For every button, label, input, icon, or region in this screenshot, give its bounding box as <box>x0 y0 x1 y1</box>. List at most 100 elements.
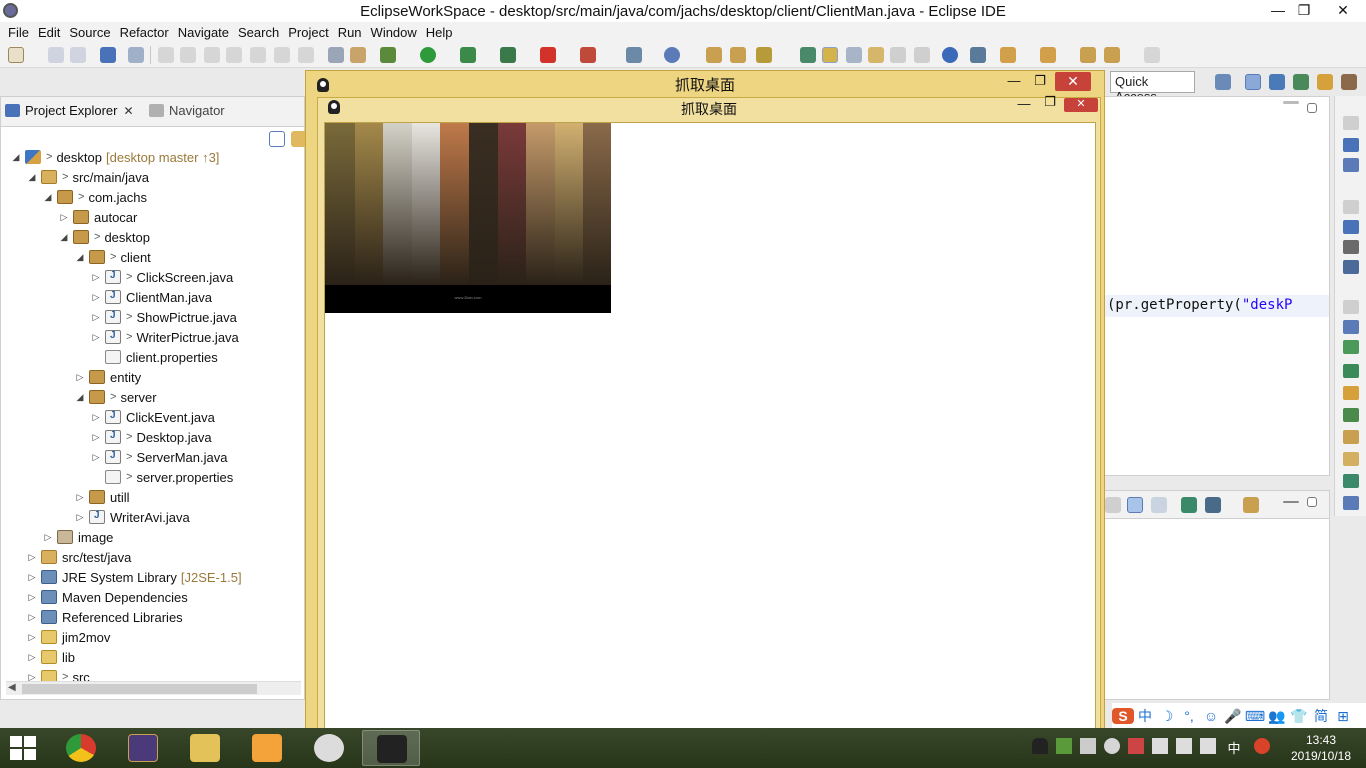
use-step-filters-icon[interactable] <box>328 47 344 63</box>
inner-minimize-button[interactable]: — <box>1012 96 1036 111</box>
tree-item[interactable]: ▷ JRE System Library [J2SE-1.5] <box>27 567 242 587</box>
problems-icon[interactable] <box>1343 430 1359 444</box>
tree-item[interactable]: ▷ lib <box>27 647 75 667</box>
step-over-icon[interactable] <box>274 47 290 63</box>
menu-file[interactable]: File <box>4 25 34 40</box>
minimize-view-icon[interactable] <box>1283 101 1299 104</box>
search-icon[interactable] <box>756 47 772 63</box>
paragraph-icon[interactable] <box>914 47 930 63</box>
next-annotation-icon[interactable] <box>1000 47 1016 63</box>
scroll-lock-icon[interactable] <box>1127 497 1143 513</box>
help-icon[interactable] <box>1343 138 1359 152</box>
progress-icon[interactable] <box>1343 474 1359 488</box>
tree-item[interactable]: ▷ entity <box>75 367 142 387</box>
ime-emoji-icon[interactable]: ☺ <box>1200 708 1222 724</box>
menu-edit[interactable]: Edit <box>34 25 65 40</box>
junit-icon[interactable] <box>1343 408 1359 422</box>
battery-tray-icon[interactable] <box>1200 738 1216 754</box>
expanded-arrow-icon[interactable]: ◢ <box>27 172 37 183</box>
taskbar-pdf[interactable] <box>238 730 296 766</box>
ime-voice-icon[interactable]: 🎤 <box>1222 708 1244 725</box>
collapse-all-icon[interactable] <box>269 131 285 147</box>
ime-moon-icon[interactable]: ☽ <box>1156 708 1178 725</box>
horizontal-scrollbar[interactable]: ◀ <box>6 681 301 695</box>
tree-item[interactable]: ▷ >WriterPictrue.java <box>91 327 239 347</box>
menu-navigate[interactable]: Navigate <box>174 25 234 40</box>
open-console-icon[interactable] <box>1243 497 1259 513</box>
properties-icon[interactable] <box>1343 320 1359 334</box>
type-hierarchy-icon[interactable] <box>1343 220 1359 234</box>
tree-item[interactable]: ◢ > com.jachs <box>43 187 147 207</box>
suspend-icon[interactable] <box>180 47 196 63</box>
deploy-icon[interactable] <box>580 47 596 63</box>
open-resource-icon[interactable] <box>730 47 746 63</box>
disconnect-icon[interactable] <box>226 47 242 63</box>
expanded-arrow-icon[interactable]: ◢ <box>75 252 85 263</box>
expanded-arrow-icon[interactable]: ◢ <box>59 232 69 243</box>
outer-maximize-button[interactable]: ❐ <box>1028 73 1052 89</box>
nvidia-tray-icon[interactable] <box>1056 738 1072 754</box>
search-view-icon[interactable] <box>1343 452 1359 466</box>
restore2-icon[interactable] <box>1343 200 1359 214</box>
tree-item[interactable]: ▷ Referenced Libraries <box>27 607 183 627</box>
step-into-icon[interactable] <box>250 47 266 63</box>
outer-minimize-button[interactable]: — <box>1002 73 1026 88</box>
snippets-icon[interactable] <box>1343 386 1359 400</box>
word-wrap-console-icon[interactable] <box>1151 497 1167 513</box>
debug-perspective-icon[interactable] <box>1293 74 1309 90</box>
debug-icon[interactable] <box>380 47 396 63</box>
menu-search[interactable]: Search <box>234 25 284 40</box>
collapsed-arrow-icon[interactable]: ▷ <box>59 212 69 223</box>
console-icon[interactable] <box>1343 260 1359 274</box>
tree-item[interactable]: ▷ >ServerMan.java <box>91 447 228 467</box>
tab-project-explorer[interactable]: Project Explorer ✕ <box>5 103 134 118</box>
collapsed-arrow-icon[interactable]: ▷ <box>27 592 37 603</box>
ime-punctuation-icon[interactable]: °, <box>1178 708 1200 724</box>
scroll-left-icon[interactable]: ◀ <box>8 682 16 693</box>
ime-keyboard-icon[interactable]: ⌨ <box>1244 708 1266 725</box>
expanded-arrow-icon[interactable]: ◢ <box>11 152 21 163</box>
resume-icon[interactable] <box>158 47 174 63</box>
forward-icon[interactable] <box>1144 47 1160 63</box>
highlight-icon[interactable] <box>822 47 838 63</box>
tree-item[interactable]: ▷ >ClickScreen.java <box>91 267 234 287</box>
collapsed-arrow-icon[interactable]: ▷ <box>75 492 85 503</box>
collapsed-arrow-icon[interactable]: ▷ <box>43 532 53 543</box>
close-button[interactable]: ✕ <box>1328 0 1358 22</box>
ime-toolbox-icon[interactable]: ⊞ <box>1332 708 1354 725</box>
maximize-console-icon[interactable] <box>1307 497 1317 507</box>
save-icon[interactable] <box>48 47 64 63</box>
collapsed-arrow-icon[interactable]: ▷ <box>91 272 101 283</box>
quick-access-input[interactable]: Quick Access <box>1110 71 1195 104</box>
taskbar-capture-app[interactable] <box>362 730 420 766</box>
last-edit-icon[interactable] <box>1080 47 1096 63</box>
menu-run[interactable]: Run <box>334 25 367 40</box>
tree-item[interactable]: ▷ >ShowPictrue.java <box>91 307 237 327</box>
collapsed-arrow-icon[interactable]: ▷ <box>91 292 101 303</box>
java-perspective-icon[interactable] <box>1269 74 1285 90</box>
ime-skin-icon[interactable]: 👕 <box>1288 708 1310 725</box>
ime-mode-tray-icon[interactable]: 中 <box>1226 738 1242 756</box>
collapsed-arrow-icon[interactable]: ▷ <box>27 652 37 663</box>
new-java-project-icon[interactable] <box>626 47 642 63</box>
ime-chinese-mode[interactable]: 中 <box>1134 706 1156 726</box>
menu-source[interactable]: Source <box>65 25 115 40</box>
tree-item[interactable]: ▷ >Desktop.java <box>91 427 212 447</box>
tree-item[interactable]: ▷ jim2mov <box>27 627 111 647</box>
menu-help[interactable]: Help <box>422 25 458 40</box>
new-icon[interactable] <box>8 47 24 63</box>
git-perspective-icon[interactable] <box>1341 74 1357 90</box>
close-icon[interactable]: ✕ <box>123 104 133 118</box>
collapsed-arrow-icon[interactable]: ▷ <box>27 572 37 583</box>
outline-icon[interactable] <box>1343 158 1359 172</box>
expanded-arrow-icon[interactable]: ◢ <box>43 192 53 203</box>
tree-item[interactable]: ◢ > desktop <box>59 227 150 247</box>
menu-window[interactable]: Window <box>367 25 422 40</box>
taskbar-chrome[interactable] <box>52 730 110 766</box>
collapsed-arrow-icon[interactable]: ▷ <box>27 612 37 623</box>
start-button[interactable] <box>10 736 36 760</box>
tree-item[interactable]: ▷ image <box>43 527 114 547</box>
collapsed-arrow-icon[interactable]: ▷ <box>75 372 85 383</box>
run-last-tool-icon[interactable] <box>350 47 366 63</box>
sogou-tray-icon[interactable] <box>1254 738 1270 754</box>
